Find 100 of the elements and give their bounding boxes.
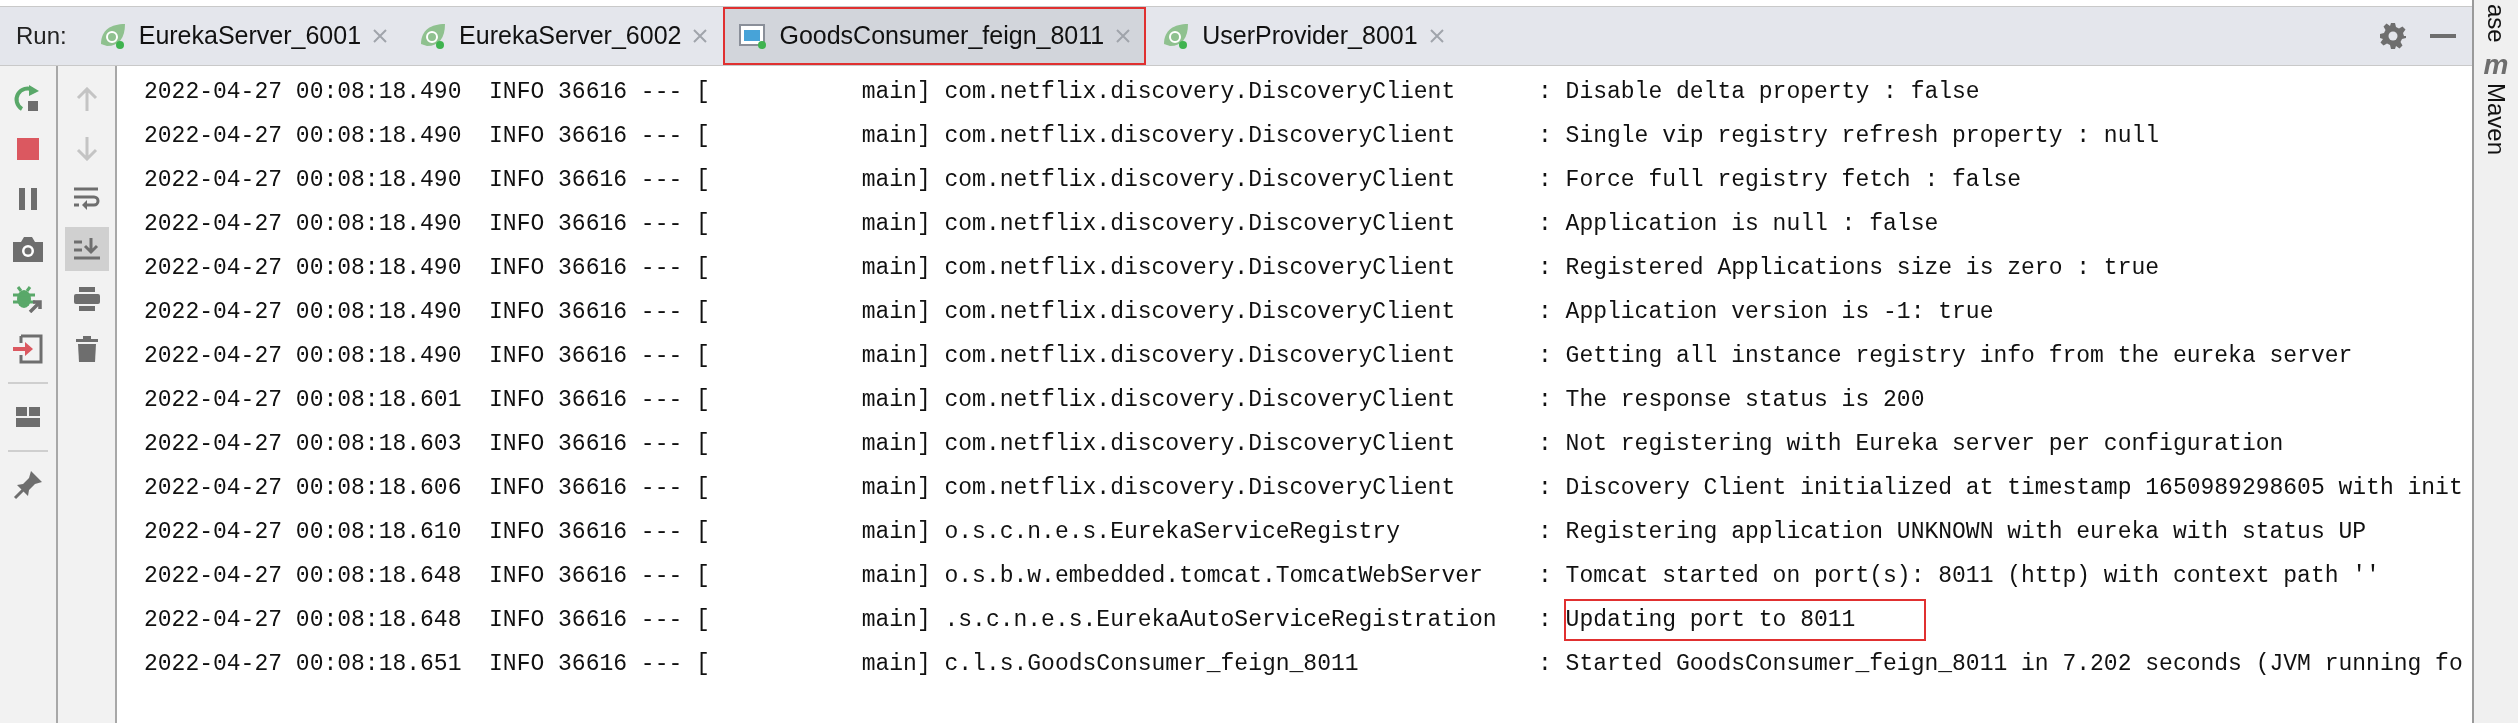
log-message: Updating port to 8011: [1565, 600, 1925, 640]
log-timestamp: 2022-04-27 00:08:18.490: [144, 297, 463, 327]
tab-label: GoodsConsumer_feign_8011: [779, 20, 1105, 52]
leaf-icon: [98, 22, 127, 50]
log-pid: 36616: [558, 77, 629, 107]
tab-label: EurekaServer_6002: [459, 20, 682, 52]
log-logger: com.netflix.discovery.DiscoveryClient: [944, 165, 1457, 195]
run-label: Run:: [15, 21, 68, 51]
layout-icon: [16, 407, 40, 427]
log-message: Force full registry fetch : false: [1565, 165, 2022, 195]
run-tab[interactable]: GoodsConsumer_feign_8011: [723, 7, 1147, 65]
log-separator: ---: [640, 253, 684, 283]
log-message: Application is null : false: [1565, 209, 1939, 239]
soft-wrap-icon: [73, 187, 100, 211]
log-timestamp: 2022-04-27 00:08:18.490: [144, 209, 463, 239]
log-colon: :: [1538, 297, 1553, 327]
printer-icon: [73, 287, 100, 311]
log-level: INFO: [489, 209, 546, 239]
log-timestamp: 2022-04-27 00:08:18.490: [144, 165, 463, 195]
log-level: INFO: [489, 385, 546, 415]
trash-icon: [75, 336, 98, 362]
log-thread: [ main]: [696, 253, 932, 283]
run-tab[interactable]: UserProvider_8001: [1146, 7, 1460, 65]
log-logger: o.s.b.w.embedded.tomcat.TomcatWebServer: [944, 561, 1484, 591]
tab-label: EurekaServer_6001: [138, 20, 362, 52]
log-logger: com.netflix.discovery.DiscoveryClient: [944, 341, 1457, 371]
log-level: INFO: [489, 561, 546, 591]
log-message: Disable delta property : false: [1565, 77, 1980, 107]
log-thread: [ main]: [696, 429, 932, 459]
log-pid: 36616: [558, 341, 629, 371]
log-separator: ---: [640, 121, 684, 151]
log-timestamp: 2022-04-27 00:08:18.490: [144, 341, 463, 371]
log-pid: 36616: [558, 561, 629, 591]
log-level: INFO: [489, 649, 546, 679]
log-colon: :: [1538, 253, 1553, 283]
settings-icon[interactable]: [2380, 23, 2406, 49]
log-message: Single vip registry refresh property : null: [1565, 121, 2160, 151]
log-timestamp: 2022-04-27 00:08:18.490: [144, 121, 463, 151]
log-pid: 36616: [558, 385, 629, 415]
leaf-icon: [419, 22, 448, 50]
log-colon: :: [1538, 77, 1553, 107]
log-level: INFO: [489, 473, 546, 503]
log-thread: [ main]: [696, 649, 932, 679]
log-message: Discovery Client initialized at timestamp 1650989298605 with init: [1565, 473, 2463, 503]
bug-icon: [13, 285, 43, 313]
maven-icon: m: [2483, 50, 2509, 79]
log-colon: :: [1538, 121, 1553, 151]
log-timestamp: 2022-04-27 00:08:18.601: [144, 385, 463, 415]
log-pid: 36616: [558, 209, 629, 239]
log-pid: 36616: [558, 165, 629, 195]
log-separator: ---: [640, 297, 684, 327]
log-colon: :: [1538, 385, 1553, 415]
log-message: Getting all instance registry info from the eureka server: [1565, 341, 2353, 371]
log-thread: [ main]: [696, 605, 932, 635]
log-level: INFO: [489, 517, 546, 547]
log-colon: :: [1538, 429, 1553, 459]
log-separator: ---: [640, 385, 684, 415]
side-tool-tab[interactable]: m Maven: [2483, 46, 2509, 159]
log-thread: [ main]: [696, 341, 932, 371]
log-thread: [ main]: [696, 165, 932, 195]
log-logger: com.netflix.discovery.DiscoveryClient: [944, 77, 1457, 107]
run-tab[interactable]: EurekaServer_6002: [403, 7, 724, 65]
log-logger: com.netflix.discovery.DiscoveryClient: [944, 209, 1457, 239]
log-separator: ---: [640, 517, 684, 547]
up-arrow-icon: [75, 87, 98, 111]
log-level: INFO: [489, 341, 546, 371]
toolbar-button[interactable]: [64, 227, 109, 271]
log-thread: [ main]: [696, 297, 932, 327]
log-timestamp: 2022-04-27 00:08:18.490: [144, 77, 463, 107]
log-level: INFO: [489, 429, 546, 459]
log-pid: 36616: [558, 121, 629, 151]
leaf-icon: [1162, 22, 1191, 50]
log-thread: [ main]: [696, 209, 932, 239]
log-separator: ---: [640, 561, 684, 591]
log-timestamp: 2022-04-27 00:08:18.490: [144, 253, 463, 283]
log-separator: ---: [640, 605, 684, 635]
log-colon: :: [1538, 341, 1553, 371]
log-timestamp: 2022-04-27 00:08:18.651: [144, 649, 463, 679]
log-separator: ---: [640, 209, 684, 239]
log-separator: ---: [640, 473, 684, 503]
log-message: Application version is -1: true: [1565, 297, 1994, 327]
log-thread: [ main]: [696, 385, 932, 415]
run-tab[interactable]: EurekaServer_6001: [82, 7, 404, 65]
log-pid: 36616: [558, 253, 629, 283]
log-colon: :: [1538, 517, 1553, 547]
log-logger: com.netflix.discovery.DiscoveryClient: [944, 385, 1457, 415]
log-logger: o.s.c.n.e.s.EurekaServiceRegistry: [944, 517, 1401, 547]
log-timestamp: 2022-04-27 00:08:18.648: [144, 561, 463, 591]
log-colon: :: [1538, 561, 1553, 591]
log-thread: [ main]: [696, 473, 932, 503]
log-separator: ---: [640, 649, 684, 679]
window-icon: [739, 22, 768, 50]
log-thread: [ main]: [696, 121, 932, 151]
log-timestamp: 2022-04-27 00:08:18.610: [144, 517, 463, 547]
log-separator: ---: [640, 341, 684, 371]
log-level: INFO: [489, 77, 546, 107]
log-pid: 36616: [558, 473, 629, 503]
log-pid: 36616: [558, 517, 629, 547]
log-colon: :: [1538, 209, 1553, 239]
log-colon: :: [1538, 649, 1553, 679]
